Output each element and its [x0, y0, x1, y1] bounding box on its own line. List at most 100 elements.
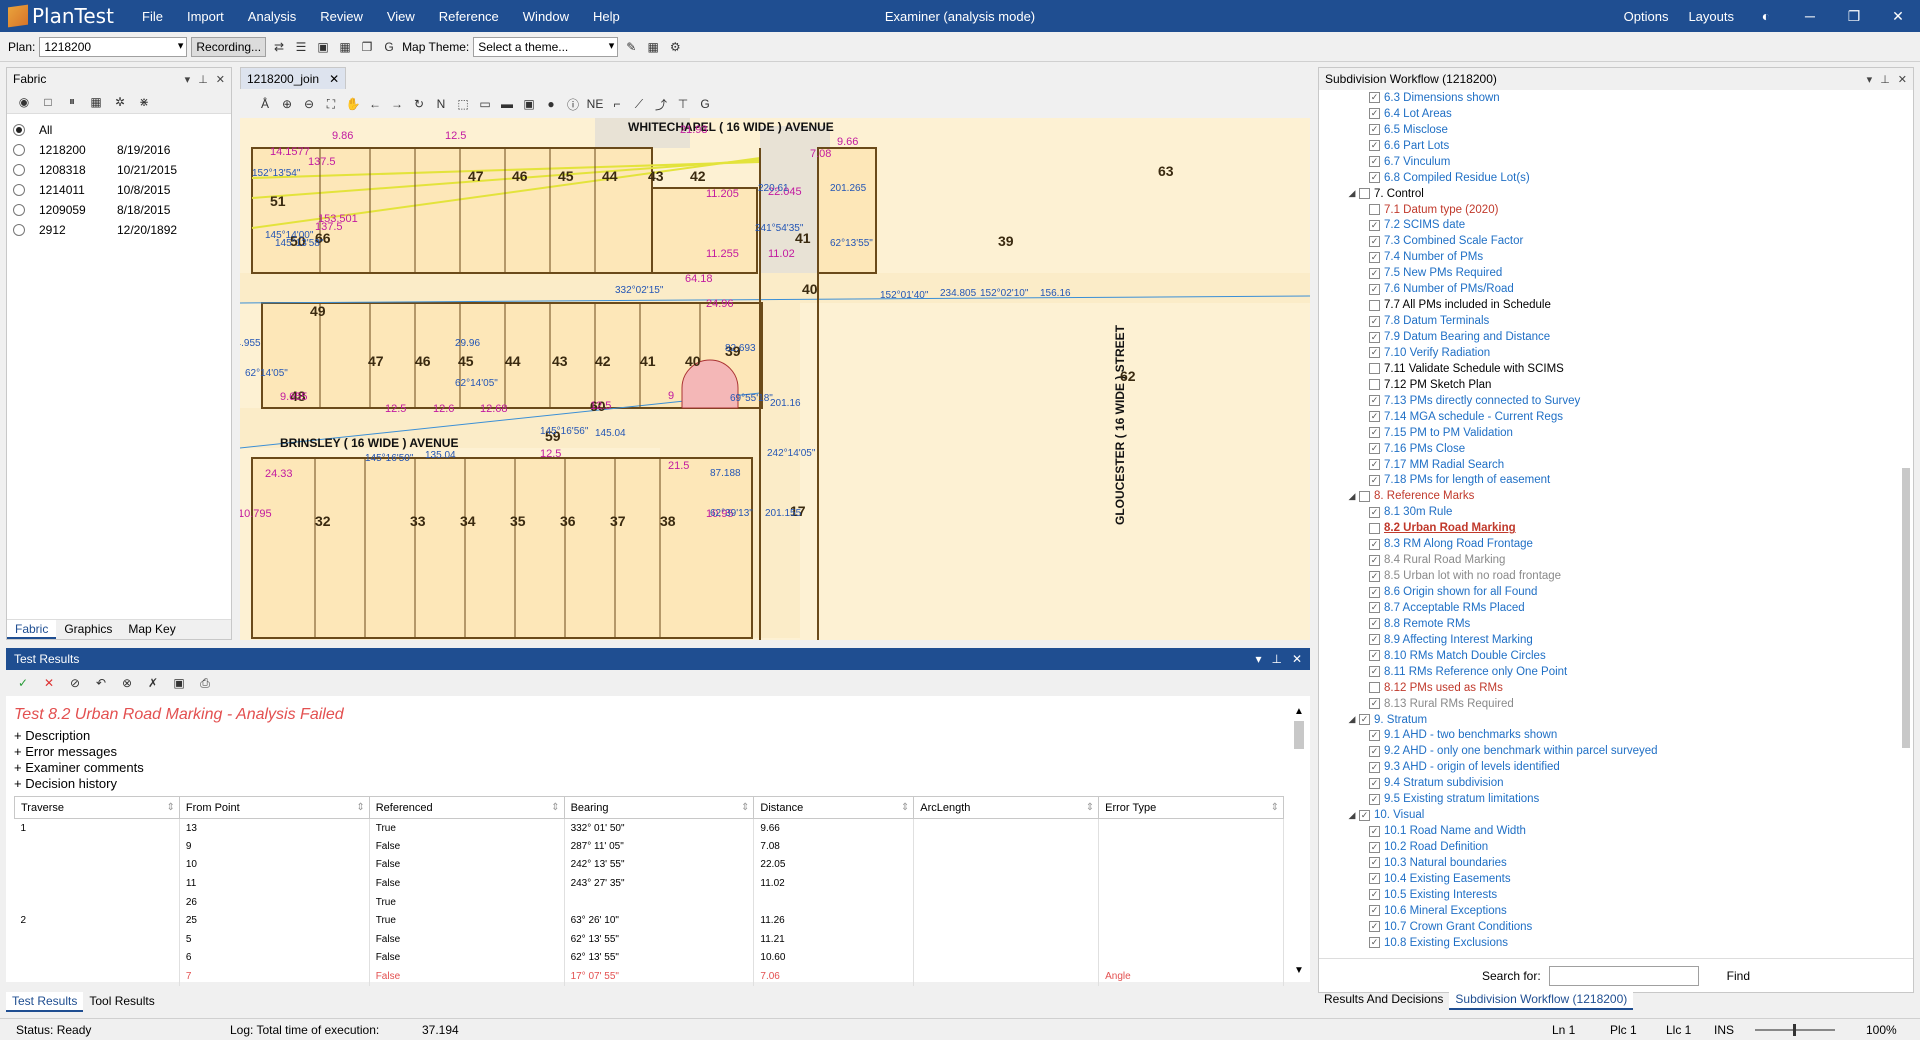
menu-import[interactable]: Import [175, 9, 236, 24]
checkbox[interactable] [1369, 522, 1380, 534]
checkbox[interactable] [1369, 363, 1380, 375]
report-icon[interactable]: ▦ [336, 38, 354, 56]
workflow-item[interactable]: ✓ 8.9 Affecting Interest Marking [1319, 632, 1893, 648]
accept-icon[interactable]: ✓ [14, 674, 32, 692]
corner-icon[interactable]: ⌐ [608, 95, 626, 113]
fabric-item[interactable]: 2912 12/20/1892 [7, 220, 231, 240]
section-description[interactable]: + Description [14, 728, 90, 743]
checkbox[interactable]: ✓ [1369, 283, 1380, 295]
expand-icon[interactable]: ◢ [1345, 714, 1359, 725]
checkbox[interactable]: ✓ [1369, 443, 1380, 455]
tab-tool-results[interactable]: Tool Results [83, 992, 160, 1012]
menu-analysis[interactable]: Analysis [236, 9, 308, 24]
workflow-item[interactable]: ✓ 9.5 Existing stratum limitations [1319, 791, 1893, 807]
layer-icon[interactable]: ▣ [520, 95, 538, 113]
table-row[interactable]: 10 False 242° 13' 55" 22.05 [14, 855, 1284, 875]
table-row[interactable]: 1 13 True 332° 01' 50" 9.66 [14, 818, 1284, 838]
find-button[interactable]: Find [1727, 969, 1750, 983]
checkbox[interactable]: ✓ [1369, 602, 1380, 614]
checkbox[interactable]: ✓ [1369, 156, 1380, 168]
table-row[interactable]: 5 False 62° 13' 55" 11.21 [14, 930, 1284, 949]
print-icon[interactable]: ⎙ [196, 674, 214, 692]
fabric-item[interactable]: 1209059 8/18/2015 [7, 200, 231, 220]
checkbox[interactable] [1359, 188, 1370, 200]
workflow-item[interactable]: ✓ 7.4 Number of PMs [1319, 249, 1893, 265]
checkbox[interactable]: ✓ [1369, 889, 1380, 901]
fabric-item[interactable]: 1218200 8/19/2016 [7, 140, 231, 160]
table-row[interactable]: 2 25 True 63° 26' 10" 11.26 [14, 911, 1284, 931]
workflow-item[interactable]: ✓ 9.2 AHD - only one benchmark within par… [1319, 743, 1893, 759]
column-header[interactable]: Error Type [1098, 796, 1284, 819]
close-icon[interactable]: ✕ [1292, 652, 1302, 666]
workflow-item[interactable]: ✓ 7.6 Number of PMs/Road [1319, 281, 1893, 297]
checkbox[interactable]: ✓ [1369, 857, 1380, 869]
dropdown-icon[interactable]: ▾ [185, 73, 191, 86]
checkbox[interactable]: ✓ [1369, 267, 1380, 279]
north-icon[interactable]: N [432, 95, 450, 113]
checkbox[interactable]: ✓ [1369, 921, 1380, 933]
plan-map[interactable]: WHITECHAPEL ( 16 WIDE ) AVENUE BRINSLEY (… [240, 118, 1310, 640]
menu-reference[interactable]: Reference [427, 9, 511, 24]
theme-toggle-icon[interactable]: ◐ [1744, 8, 1788, 24]
pan-icon[interactable]: ✋ [344, 95, 362, 113]
goto-map-icon[interactable]: G [696, 95, 714, 113]
fabric-item[interactable]: 1214011 10/8/2015 [7, 180, 231, 200]
workflow-item[interactable]: ✓ 8.7 Acceptable RMs Placed [1319, 600, 1893, 616]
checkbox[interactable]: ✓ [1369, 937, 1380, 949]
dropdown-icon[interactable]: ▾ [1255, 652, 1261, 666]
checkbox[interactable]: ✓ [1369, 108, 1380, 120]
menu-view[interactable]: View [375, 9, 427, 24]
workflow-item[interactable]: ✓ 8.11 RMs Reference only One Point [1319, 664, 1893, 680]
sync-icon[interactable]: ⇄ [270, 38, 288, 56]
checkbox[interactable]: ✓ [1369, 140, 1380, 152]
workflow-item[interactable]: ✓ 10.7 Crown Grant Conditions [1319, 919, 1893, 935]
forward-icon[interactable]: → [388, 95, 406, 113]
workflow-item[interactable]: ◢ ✓ 10. Visual [1319, 807, 1893, 823]
workflow-item[interactable]: 7.7 All PMs included in Schedule [1319, 297, 1893, 313]
workflow-item[interactable]: ✓ 9.3 AHD - origin of levels identified [1319, 759, 1893, 775]
radio-button[interactable] [13, 164, 25, 176]
workflow-item[interactable]: ✓ 9.1 AHD - two benchmarks shown [1319, 728, 1893, 744]
checkbox[interactable]: ✓ [1369, 219, 1380, 231]
save-icon[interactable]: ▣ [314, 38, 332, 56]
workflow-item[interactable]: ◢ 7. Control [1319, 186, 1893, 202]
workflow-item[interactable]: ✓ 7.8 Datum Terminals [1319, 313, 1893, 329]
workflow-item[interactable]: ✓ 10.3 Natural boundaries [1319, 855, 1893, 871]
workflow-item[interactable]: ✓ 6.6 Part Lots [1319, 138, 1893, 154]
grid-tool-icon[interactable]: ▦ [87, 93, 105, 111]
document-tab[interactable]: 1218200_join ✕ [240, 67, 347, 89]
section-error-messages[interactable]: + Error messages [14, 744, 117, 759]
select-area-icon[interactable]: ▭ [476, 95, 494, 113]
workflow-item[interactable]: ✓ 7.5 New PMs Required [1319, 265, 1893, 281]
checkbox[interactable]: ✓ [1369, 124, 1380, 136]
workflow-item[interactable]: ✓ 7.17 MM Radial Search [1319, 457, 1893, 473]
workflow-item[interactable]: ✓ 7.14 MGA schedule - Current Regs [1319, 409, 1893, 425]
checkbox[interactable]: ✓ [1369, 411, 1380, 423]
search-input[interactable] [1548, 965, 1699, 986]
options-button[interactable]: Options [1614, 9, 1679, 24]
column-header[interactable]: Traverse [14, 796, 180, 819]
measure-icon[interactable]: Å [256, 95, 274, 113]
checkbox[interactable]: ✓ [1369, 92, 1380, 104]
vertical-scrollbar[interactable]: ▲ ▼ [1292, 706, 1306, 976]
plan-select[interactable]: 1218200 [39, 36, 188, 57]
workflow-item[interactable]: ✓ 7.13 PMs directly connected to Survey [1319, 393, 1893, 409]
workflow-item[interactable]: 7.11 Validate Schedule with SCIMS [1319, 361, 1893, 377]
checkbox[interactable]: ✓ [1369, 235, 1380, 247]
close-icon[interactable]: ✕ [216, 73, 225, 86]
radio-button[interactable] [13, 204, 25, 216]
checkbox[interactable]: ✓ [1369, 538, 1380, 550]
checkbox[interactable]: ✓ [1369, 331, 1380, 343]
undo-icon[interactable]: ↶ [92, 674, 110, 692]
checkbox[interactable]: ✓ [1359, 714, 1370, 726]
layouts-button[interactable]: Layouts [1678, 9, 1744, 24]
checkbox[interactable]: ✓ [1369, 650, 1380, 662]
table-row[interactable]: 6 False 62° 13' 55" 10.60 [14, 948, 1284, 968]
column-header[interactable]: ArcLength [913, 796, 1100, 819]
radio-button[interactable] [13, 224, 25, 236]
zoom-out-icon[interactable]: ⊖ [300, 95, 318, 113]
workflow-item[interactable]: ✓ 10.5 Existing Interests [1319, 887, 1893, 903]
grid-icon[interactable]: ▦ [644, 38, 662, 56]
theme-edit-icon[interactable]: ✎ [622, 38, 640, 56]
record-icon[interactable]: ◉ [15, 93, 33, 111]
